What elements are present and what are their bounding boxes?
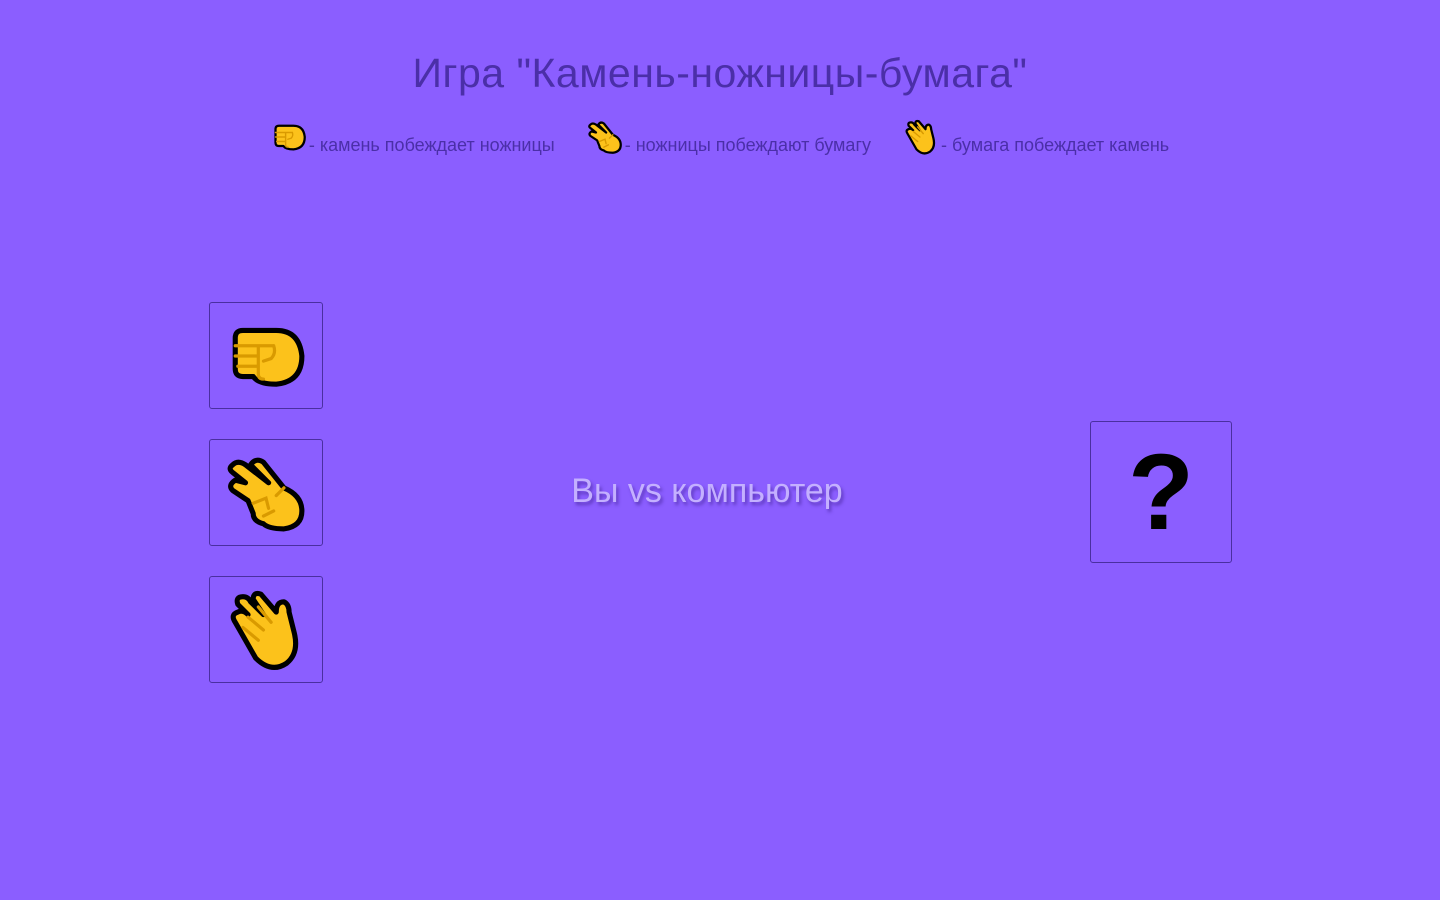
scissors-hand-icon (587, 118, 623, 156)
paper-hand-icon (225, 589, 307, 671)
fist-icon (225, 315, 307, 397)
rule-paper: - бумага побеждает камень (903, 118, 1169, 156)
question-mark-icon: ? (1128, 431, 1194, 552)
rule-scissors: - ножницы побеждают бумагу (587, 118, 871, 156)
rule-scissors-text: - ножницы побеждают бумагу (624, 135, 872, 155)
paper-hand-icon (903, 118, 939, 156)
page-title: Игра "Камень-ножницы-бумага" (412, 50, 1028, 96)
rules-legend: - камень побеждает ножницы - ножницы поб… (0, 118, 1440, 156)
fist-icon (271, 118, 307, 156)
computer-choice-box: ? (1090, 421, 1232, 563)
rock-choice-button[interactable] (209, 302, 323, 409)
rule-rock: - камень побеждает ножницы (271, 118, 555, 156)
rule-rock-text: - камень побеждает ножницы (308, 135, 555, 155)
rule-paper-text: - бумага побеждает камень (941, 135, 1170, 155)
paper-choice-button[interactable] (209, 576, 323, 683)
